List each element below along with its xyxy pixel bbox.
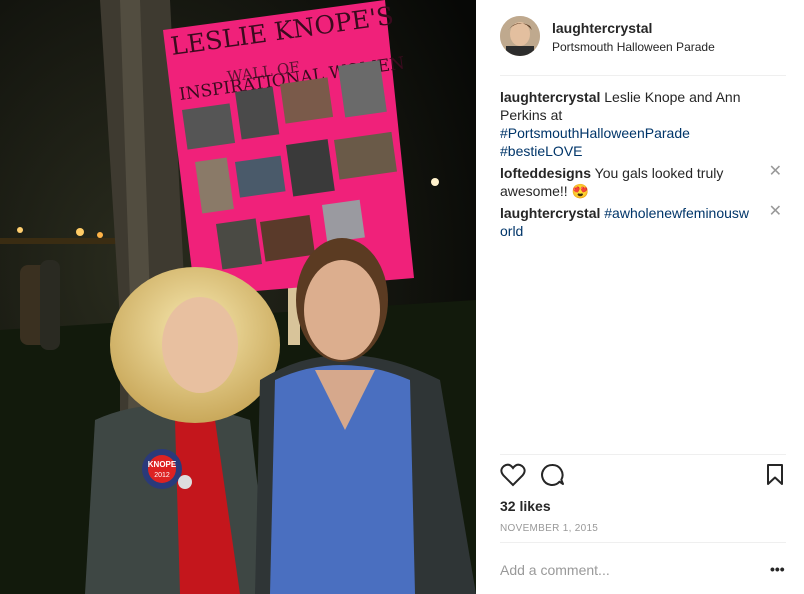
protest-sign: LESLIE KNOPE'S WALL OF INSPIRATIONAL WOM…: [163, 0, 414, 296]
hashtag-link[interactable]: #PortsmouthHalloweenParade: [500, 125, 690, 141]
heart-icon[interactable]: [500, 463, 526, 492]
post-date: NOVEMBER 1, 2015: [500, 523, 599, 534]
campaign-button-year: 2012: [154, 472, 170, 479]
more-options-icon[interactable]: •••: [770, 561, 785, 577]
close-icon[interactable]: ✕: [769, 163, 782, 181]
post-location[interactable]: Portsmouth Halloween Parade: [552, 40, 715, 54]
hashtag-link[interactable]: #bestieLOVE: [500, 143, 583, 159]
add-comment-input[interactable]: Add a comment...: [500, 562, 750, 578]
divider: [500, 542, 786, 543]
comment-icon[interactable]: [540, 463, 566, 492]
divider: [500, 75, 786, 76]
close-icon[interactable]: ✕: [769, 203, 782, 221]
action-bar: [500, 463, 790, 491]
post-header: laughtercrystal Portsmouth Halloween Par…: [476, 0, 804, 75]
comment-item: laughtercrystal #awholenewfeminousworld …: [500, 203, 782, 240]
avatar[interactable]: [500, 16, 540, 56]
bookmark-icon[interactable]: [766, 463, 784, 492]
comments-list: laughtercrystal Leslie Knope and Ann Per…: [500, 88, 782, 244]
divider: [500, 454, 786, 455]
post-photo[interactable]: LESLIE KNOPE'S WALL OF INSPIRATIONAL WOM…: [0, 0, 476, 594]
campaign-button-text: KNOPE: [148, 460, 177, 469]
comment-username[interactable]: lofteddesigns: [500, 165, 591, 181]
comment-username[interactable]: laughtercrystal: [500, 205, 600, 221]
comment-item: laughtercrystal Leslie Knope and Ann Per…: [500, 88, 770, 160]
post-username[interactable]: laughtercrystal: [552, 20, 652, 36]
comment-item: lofteddesigns You gals looked truly awes…: [500, 163, 782, 200]
post-details-panel: laughtercrystal Portsmouth Halloween Par…: [476, 0, 804, 594]
comment-username[interactable]: laughtercrystal: [500, 89, 600, 105]
photo-scene: LESLIE KNOPE'S WALL OF INSPIRATIONAL WOM…: [0, 0, 476, 594]
likes-count[interactable]: 32 likes: [500, 498, 551, 514]
